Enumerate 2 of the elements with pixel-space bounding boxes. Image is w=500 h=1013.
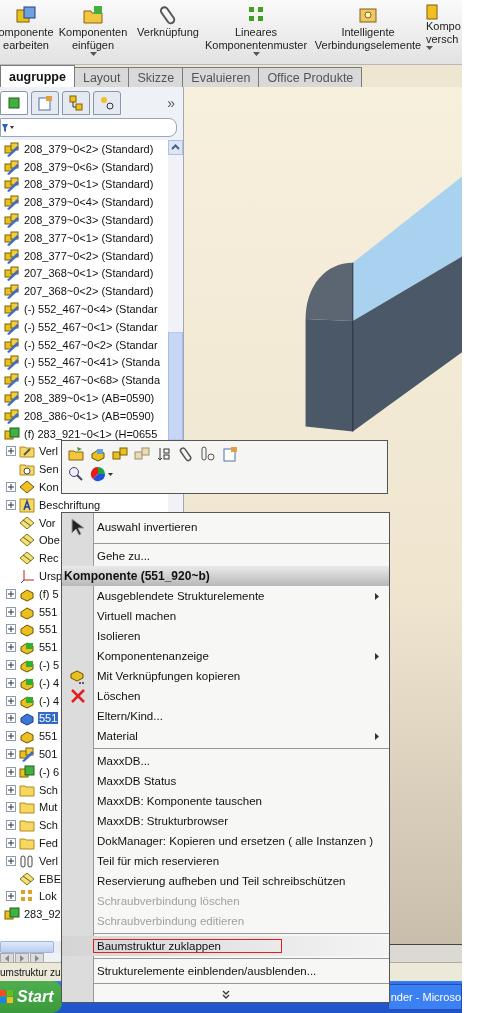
menu-header: Komponente (551_920~b) [62, 566, 389, 586]
status-text: umstruktur zu [0, 966, 61, 978]
